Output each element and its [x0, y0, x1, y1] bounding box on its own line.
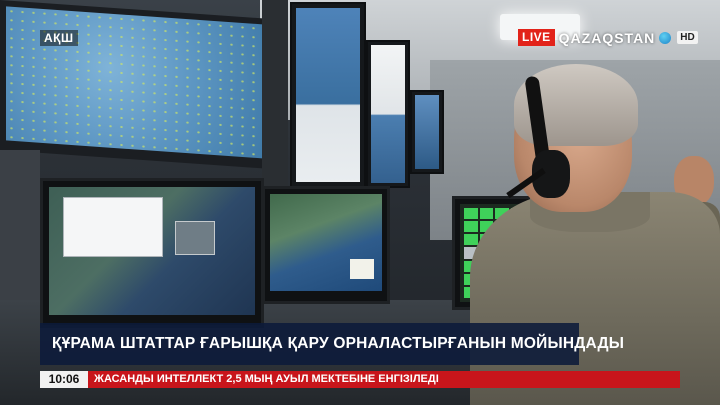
monitor-panel — [175, 221, 215, 255]
channel-name: QAZAQSTAN — [558, 29, 656, 46]
headline-bar: ҚҰРАМА ШТАТТАР ҒАРЫШҚА ҚАРУ ОРНАЛАСТЫРҒА… — [40, 323, 624, 365]
wall-display-3 — [410, 90, 444, 174]
hd-badge: HD — [677, 31, 698, 44]
desk-monitor-map — [40, 178, 264, 328]
wall-display-1 — [290, 2, 366, 188]
pillar — [262, 0, 288, 190]
channel-logo: LIVE QAZAQSTAN HD — [518, 29, 698, 46]
ticker-text: ЖАСАНДЫ ИНТЕЛЛЕКТ 2,5 МЫҢ АУЫЛ МЕКТЕБІНЕ… — [88, 371, 680, 388]
headline-text: ҚҰРАМА ШТАТТАР ҒАРЫШҚА ҚАРУ ОРНАЛАСТЫРҒА… — [52, 335, 625, 352]
desk-monitor-coast-map — [262, 186, 390, 304]
ticker-clock: 10:06 — [40, 371, 88, 388]
wall-display-map — [0, 0, 270, 169]
globe-icon — [659, 31, 672, 44]
news-ticker: 10:06 ЖАСАНДЫ ИНТЕЛЛЕКТ 2,5 МЫҢ АУЫЛ МЕК… — [40, 371, 680, 388]
live-badge: LIVE — [518, 29, 555, 46]
location-tag: АҚШ — [40, 30, 78, 46]
wall-display-2 — [366, 40, 410, 188]
monitor-panel — [63, 197, 163, 257]
